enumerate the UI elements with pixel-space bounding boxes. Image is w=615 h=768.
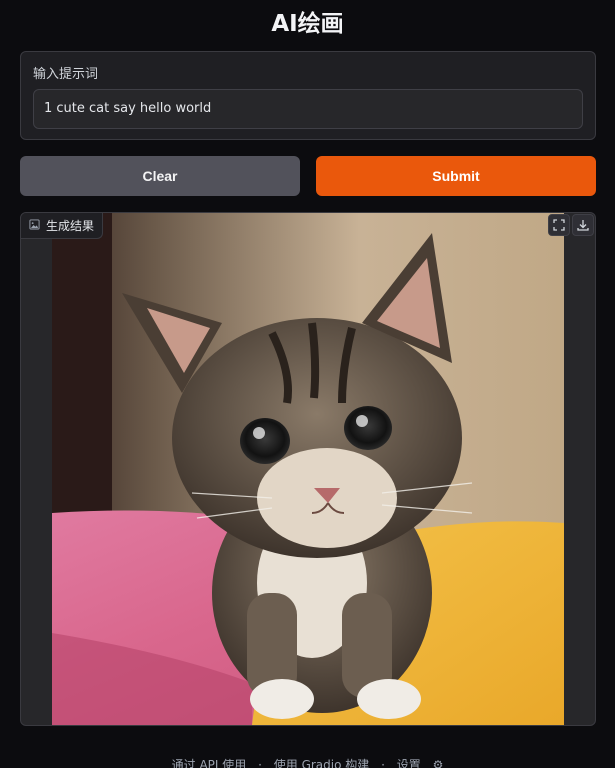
fullscreen-button[interactable] (548, 214, 570, 236)
page-title: AI绘画 (271, 11, 344, 37)
image-icon (29, 218, 40, 233)
result-label-tag: 生成结果 (21, 213, 104, 239)
result-panel: 生成结果 (20, 212, 596, 726)
fullscreen-icon (553, 216, 565, 235)
generated-image (52, 213, 564, 725)
footer: 通过 API 使用 · 使用 Gradio 构建 · 设置 ⚙ (0, 756, 615, 768)
gradio-link[interactable]: 使用 Gradio 构建 (274, 758, 370, 768)
prompt-label: 输入提示词 (33, 67, 99, 82)
prompt-block: 输入提示词 1 cute cat say hello world (20, 51, 596, 140)
image-toolbar (548, 214, 594, 236)
submit-button[interactable]: Submit (316, 156, 596, 196)
prompt-input[interactable]: 1 cute cat say hello world (33, 89, 583, 129)
result-label: 生成结果 (46, 219, 95, 233)
download-icon (577, 216, 589, 235)
settings-link[interactable]: 设置 (397, 758, 421, 768)
rocket-icon: · (258, 758, 262, 768)
clear-button[interactable]: Clear (20, 156, 300, 196)
api-link[interactable]: 通过 API 使用 (172, 758, 247, 768)
gear-icon: ⚙ (432, 758, 444, 768)
gradio-logo-icon: · (381, 758, 385, 768)
download-button[interactable] (572, 214, 594, 236)
